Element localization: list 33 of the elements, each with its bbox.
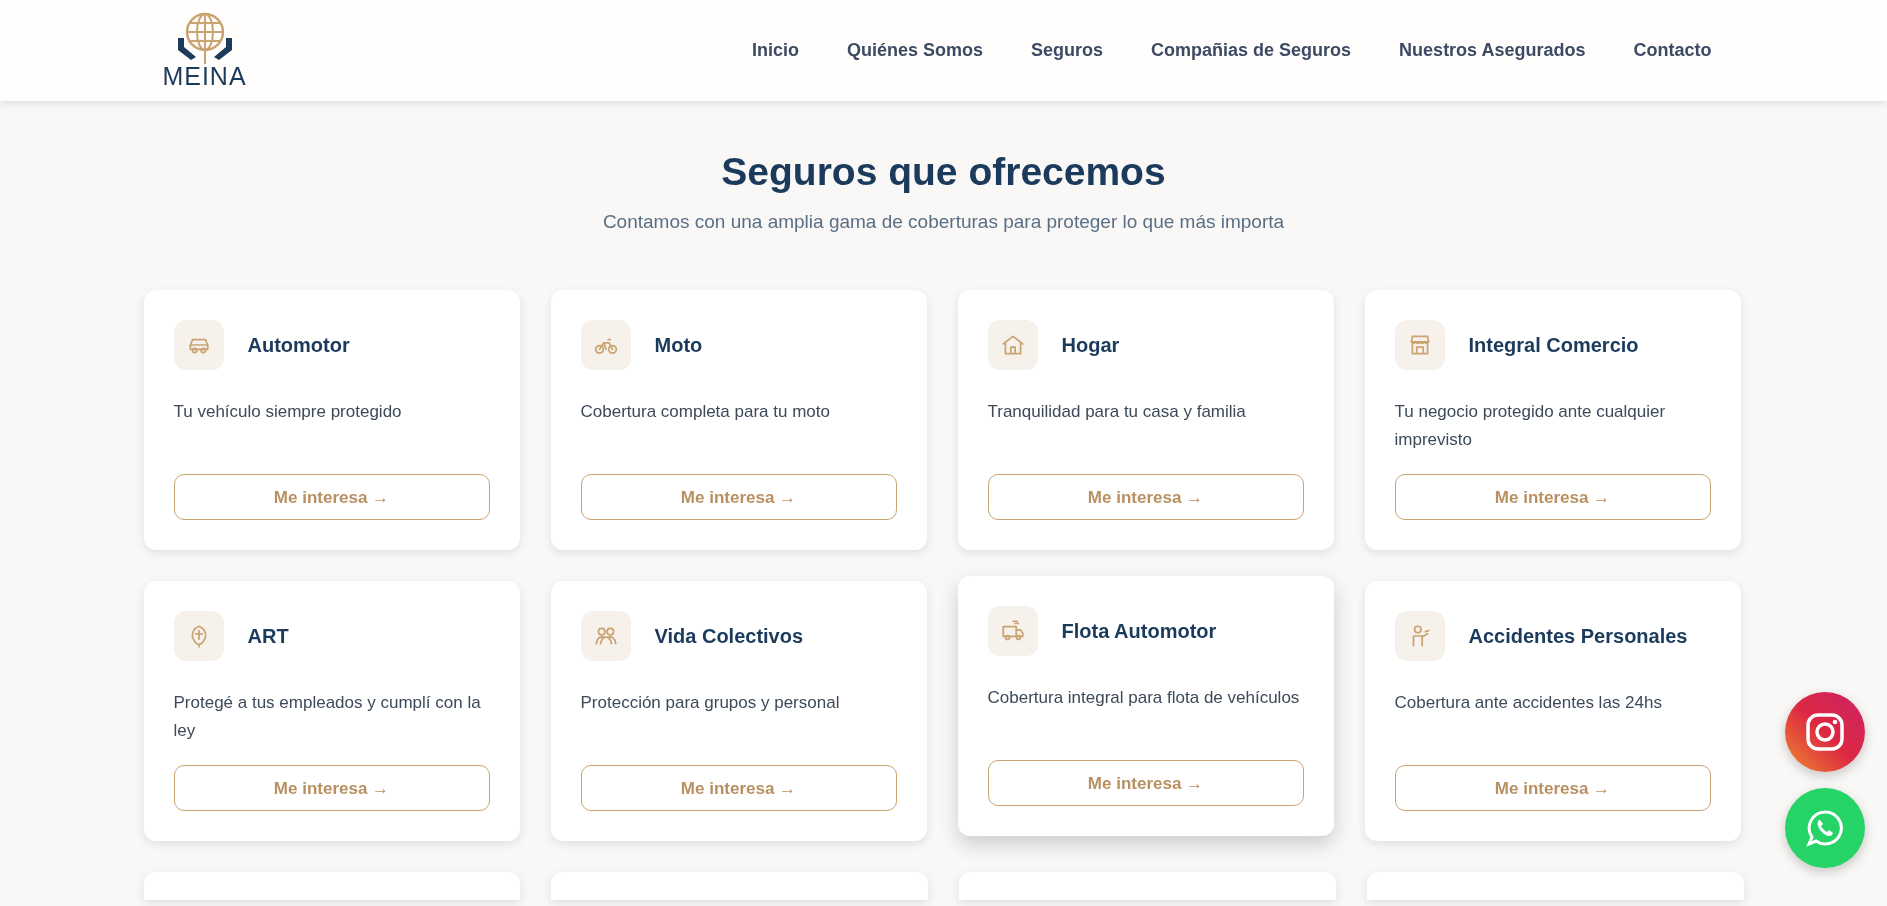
interest-button[interactable]: Me interesa → [987,760,1304,807]
interest-button[interactable]: Me interesa → [1394,474,1711,521]
card-title: Moto [654,333,703,359]
section-subtitle: Contamos con una amplia gama de coberturas para proteger lo que más importa [601,209,1286,234]
card-title: Flota Automotor [1061,619,1217,645]
card-title: Integral Comercio [1468,333,1639,359]
interest-button[interactable]: Me interesa → [1394,765,1711,812]
card-title: Vida Colectivos [654,624,804,650]
nav-link[interactable]: Inicio [751,37,799,64]
card-description: Tu vehículo siempre protegido [173,401,403,424]
interest-button[interactable]: Me interesa → [173,765,490,812]
nav-link[interactable]: Compañias de Seguros [1151,37,1352,64]
section-title: Seguros que ofrecemos [720,149,1167,195]
card-title: Hogar [1061,333,1120,359]
interest-button[interactable]: Me interesa → [987,474,1304,521]
card-title: ART [247,624,289,650]
card-description: Tranquilidad para tu casa y familia [987,401,1247,424]
card-title: Accidentes Personales [1468,624,1688,650]
nav-link[interactable]: Quiénes Somos [846,37,983,64]
card-description: Protección para grupos y personal [580,692,841,715]
card-title: Automotor [247,333,350,359]
nav-link[interactable]: Contacto [1633,37,1712,64]
card-description: Tu negocio protegido ante cualquier imprevisto [1394,401,1667,452]
logo-text: MEINA [162,64,247,89]
nav-link[interactable]: Seguros [1031,37,1104,64]
nav-link[interactable]: Nuestros Asegurados [1399,37,1586,64]
interest-button[interactable]: Me interesa → [580,765,897,812]
card-description: Cobertura completa para tu moto [580,401,831,424]
card-description: Cobertura ante accidentes las 24hs [1394,692,1663,715]
interest-button[interactable]: Me interesa → [580,474,897,521]
interest-button[interactable]: Me interesa → [173,474,490,521]
card-description: Cobertura integral para flota de vehículos [987,687,1301,710]
card-description: Protegé a tus empleados y cumplí con la ley [173,692,482,743]
